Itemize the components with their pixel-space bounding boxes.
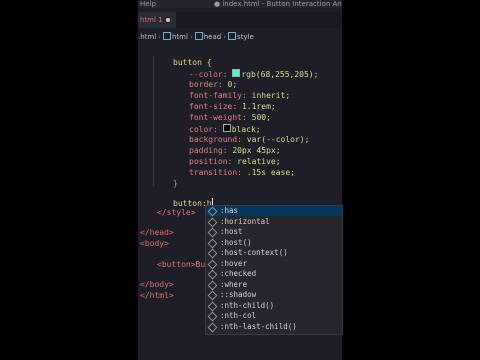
color-swatch[interactable] <box>222 124 231 132</box>
title-bar: Help ● index.html - Button Interaction A… <box>138 0 342 8</box>
suggestion-item[interactable]: :nth-col <box>206 311 342 322</box>
property-icon <box>207 227 218 238</box>
property-icon <box>207 217 218 227</box>
property-icon <box>207 290 218 301</box>
breadcrumb-file[interactable]: .html <box>138 33 156 41</box>
suggestion-item[interactable]: :hover <box>206 259 342 269</box>
unsaved-dot-icon <box>166 18 170 22</box>
suggestion-item[interactable]: :nth-last-child() <box>206 322 342 332</box>
element-icon <box>162 32 171 40</box>
code-line: </head> <box>140 228 174 237</box>
tab-label: html 1 <box>140 16 163 24</box>
autocomplete-popup[interactable]: :has :horizontal :host :host() :host-con… <box>205 205 343 335</box>
suggestion-item[interactable]: :has <box>206 206 342 217</box>
element-icon <box>228 32 237 40</box>
code-line: background: var(--color); <box>189 135 310 144</box>
code-line: color: black; <box>189 124 261 134</box>
suggestion-item[interactable]: :host() <box>206 238 342 248</box>
code-line: </html> <box>140 291 174 300</box>
code-line: <body> <box>140 239 169 248</box>
code-line: button { <box>173 58 212 67</box>
window-title: ● index.html - Button Interaction Animat… <box>214 0 342 8</box>
code-line: --color: rgb(68,255,205); <box>189 69 319 79</box>
code-line: padding: 20px 45px; <box>189 146 281 155</box>
code-line: position: relative; <box>189 157 281 166</box>
tab-bar: html 1 <box>138 12 342 28</box>
code-line: } <box>173 179 178 188</box>
indent-guide <box>153 56 154 186</box>
property-icon <box>207 259 218 269</box>
color-swatch[interactable] <box>232 69 241 77</box>
code-line: </style> <box>157 208 196 217</box>
suggestion-item[interactable]: :checked <box>206 269 342 280</box>
property-icon <box>207 280 218 290</box>
suggestion-item[interactable]: :host-context() <box>206 248 342 259</box>
property-icon <box>207 311 218 322</box>
property-icon <box>207 238 218 248</box>
breadcrumb: .html › html › head › style <box>138 32 254 41</box>
suggestion-item[interactable]: ::shadow <box>206 290 342 301</box>
code-line: </body> <box>140 280 174 289</box>
code-line: border: 0; <box>189 80 238 89</box>
suggestion-item[interactable]: :where <box>206 280 342 290</box>
tab-index-html[interactable]: html 1 <box>138 12 176 28</box>
code-line: font-family: inherit; <box>189 91 291 100</box>
property-icon <box>207 322 218 332</box>
breadcrumb-head[interactable]: head <box>204 33 221 41</box>
code-line: transition: .15s ease; <box>189 168 295 177</box>
property-icon <box>207 301 218 311</box>
property-icon <box>207 206 218 217</box>
suggestion-item[interactable]: :horizontal <box>206 217 342 227</box>
breadcrumb-html[interactable]: html <box>172 33 188 41</box>
property-icon <box>207 248 218 259</box>
suggestion-item[interactable]: :nth-child() <box>206 301 342 311</box>
element-icon <box>194 32 203 40</box>
code-line: font-size: 1.1rem; <box>189 102 276 111</box>
breadcrumb-style[interactable]: style <box>237 33 254 41</box>
suggestion-item[interactable]: :host <box>206 227 342 238</box>
help-menu[interactable]: Help <box>140 0 156 8</box>
property-icon <box>207 269 218 280</box>
code-line: font-weight: 500; <box>189 113 271 122</box>
